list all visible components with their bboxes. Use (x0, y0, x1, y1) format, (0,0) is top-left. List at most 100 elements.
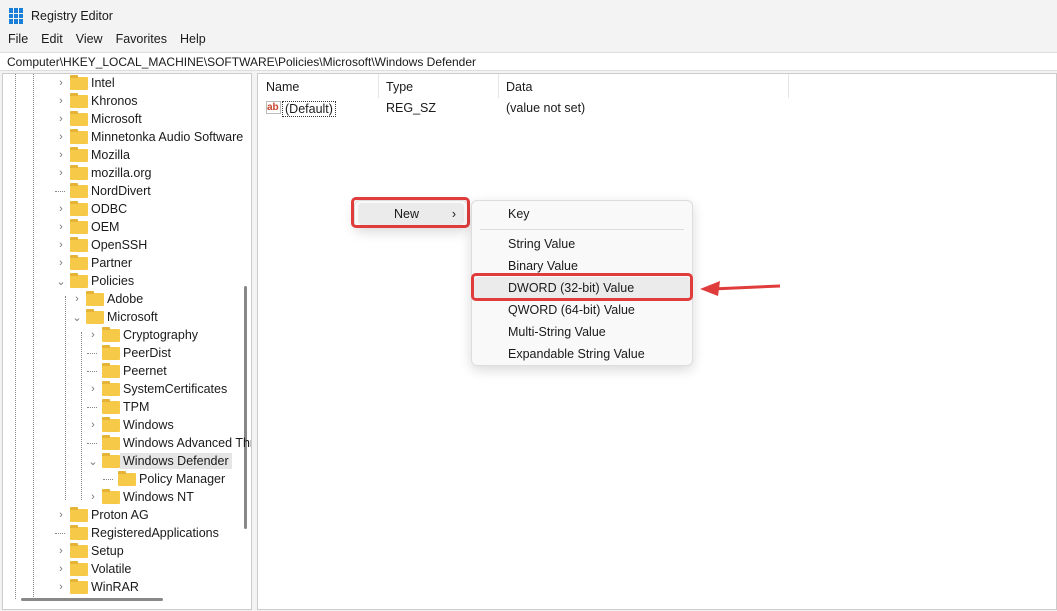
tree-item-label: Partner (91, 256, 132, 270)
tree-item[interactable]: NordDivert (3, 182, 243, 200)
chevron-down-icon[interactable]: ⌄ (88, 455, 98, 468)
tree-horizontal-scrollbar[interactable] (21, 598, 163, 601)
tree-item[interactable]: › OEM (3, 218, 243, 236)
menu-edit[interactable]: Edit (41, 32, 71, 50)
tree-item[interactable]: › Proton AG (3, 506, 243, 524)
tree-connector (55, 533, 65, 534)
chevron-right-icon[interactable]: › (56, 203, 66, 215)
chevron-right-icon[interactable]: › (56, 149, 66, 161)
tree-item[interactable]: TPM (3, 398, 243, 416)
chevron-right-icon[interactable]: › (56, 581, 66, 593)
tree-item[interactable]: ⌄ Microsoft (3, 308, 243, 326)
tree-item[interactable]: › Adobe (3, 290, 243, 308)
tree-item-label: mozilla.org (91, 166, 152, 180)
value-data: (value not set) (506, 101, 586, 115)
tree-item-label: Adobe (107, 292, 144, 306)
chevron-right-icon[interactable]: › (56, 77, 66, 89)
title-bar: Registry Editor (0, 0, 1057, 32)
tree-item[interactable]: Policy Manager (3, 470, 243, 488)
chevron-right-icon[interactable]: › (56, 95, 66, 107)
tree-item[interactable]: › Minnetonka Audio Software (3, 128, 243, 146)
menu-view[interactable]: View (76, 32, 111, 50)
folder-icon (70, 525, 88, 540)
tree-item[interactable]: › Windows (3, 416, 243, 434)
chevron-right-icon[interactable]: › (56, 545, 66, 557)
chevron-right-icon[interactable]: › (56, 113, 66, 125)
tree-item-label: TPM (123, 400, 150, 414)
chevron-right-icon[interactable]: › (56, 257, 66, 269)
tree-item[interactable]: › OpenSSH (3, 236, 243, 254)
tree-item[interactable]: › Khronos (3, 92, 243, 110)
folder-icon (70, 75, 88, 90)
menu-favorites[interactable]: Favorites (116, 32, 175, 50)
tree-item[interactable]: Peernet (3, 362, 243, 380)
tree-item-label: Setup (91, 544, 124, 558)
tree-connector (55, 191, 65, 192)
tree-item[interactable]: › mozilla.org (3, 164, 243, 182)
folder-icon (102, 435, 120, 450)
column-header-data[interactable]: Data (506, 80, 532, 94)
tree-item[interactable]: › Intel (3, 74, 243, 92)
tree-item-label: RegisteredApplications (91, 526, 219, 540)
folder-icon (70, 219, 88, 234)
chevron-right-icon[interactable]: › (56, 509, 66, 521)
tree-item[interactable]: › Setup (3, 542, 243, 560)
folder-icon (70, 543, 88, 558)
folder-icon (102, 381, 120, 396)
tree-connector (87, 407, 97, 408)
tree-item-label: Windows Advanced Threat Protection (123, 436, 251, 450)
column-header-type[interactable]: Type (386, 80, 413, 94)
value-name[interactable]: (Default) (282, 101, 336, 117)
folder-icon (70, 273, 88, 288)
menu-help[interactable]: Help (180, 32, 214, 50)
chevron-right-icon[interactable]: › (56, 563, 66, 575)
tree-item-label: OEM (91, 220, 120, 234)
menu-separator (480, 229, 684, 230)
menu-file[interactable]: File (8, 32, 36, 50)
folder-icon (86, 291, 104, 306)
chevron-right-icon[interactable]: › (88, 329, 98, 341)
tree-item[interactable]: › Microsoft (3, 110, 243, 128)
tree-item[interactable]: › Volatile (3, 560, 243, 578)
tree-item[interactable]: › ODBC (3, 200, 243, 218)
folder-icon (70, 129, 88, 144)
tree-item[interactable]: PeerDist (3, 344, 243, 362)
tree-item[interactable]: ⌄ Windows Defender (3, 452, 243, 470)
tree-item-label: Windows NT (123, 490, 194, 504)
tree-item[interactable]: › SystemCertificates (3, 380, 243, 398)
folder-icon (70, 237, 88, 252)
chevron-right-icon[interactable]: › (88, 491, 98, 503)
tree-item-label: Policies (91, 274, 135, 288)
chevron-right-icon[interactable]: › (56, 167, 66, 179)
folder-icon (70, 579, 88, 594)
tree-item[interactable]: › WinRAR (3, 578, 243, 596)
chevron-down-icon[interactable]: ⌄ (56, 275, 66, 288)
column-header-name[interactable]: Name (266, 80, 299, 94)
tree-item-label: Proton AG (91, 508, 149, 522)
tree-item[interactable]: Windows Advanced Threat Protection (3, 434, 251, 452)
tree-item[interactable]: RegisteredApplications (3, 524, 243, 542)
menu-item-multi-string-value[interactable]: Multi-String Value (480, 321, 684, 343)
menu-item-qword-value[interactable]: QWORD (64-bit) Value (480, 299, 684, 321)
chevron-down-icon[interactable]: ⌄ (72, 311, 82, 324)
menu-item-expandable-string-value[interactable]: Expandable String Value (480, 343, 684, 365)
column-divider (378, 74, 379, 98)
chevron-right-icon[interactable]: › (56, 239, 66, 251)
menu-item-string-value[interactable]: String Value (480, 233, 684, 255)
tree-item[interactable]: › Windows NT (3, 488, 243, 506)
tree-item[interactable]: › Partner (3, 254, 243, 272)
chevron-right-icon[interactable]: › (88, 383, 98, 395)
chevron-right-icon[interactable]: › (56, 131, 66, 143)
tree-item-label: OpenSSH (91, 238, 148, 252)
tree-item[interactable]: › Cryptography (3, 326, 243, 344)
tree-vertical-scrollbar[interactable] (244, 286, 247, 529)
address-bar[interactable]: Computer\HKEY_LOCAL_MACHINE\SOFTWARE\Pol… (0, 52, 1057, 71)
tree-item[interactable]: › Mozilla (3, 146, 243, 164)
chevron-right-icon[interactable]: › (56, 221, 66, 233)
tree-item-label: Khronos (91, 94, 138, 108)
menu-item-key[interactable]: Key (480, 203, 684, 225)
chevron-right-icon[interactable]: › (88, 419, 98, 431)
tree-item[interactable]: ⌄ Policies (3, 272, 243, 290)
folder-icon (70, 93, 88, 108)
chevron-right-icon[interactable]: › (72, 293, 82, 305)
